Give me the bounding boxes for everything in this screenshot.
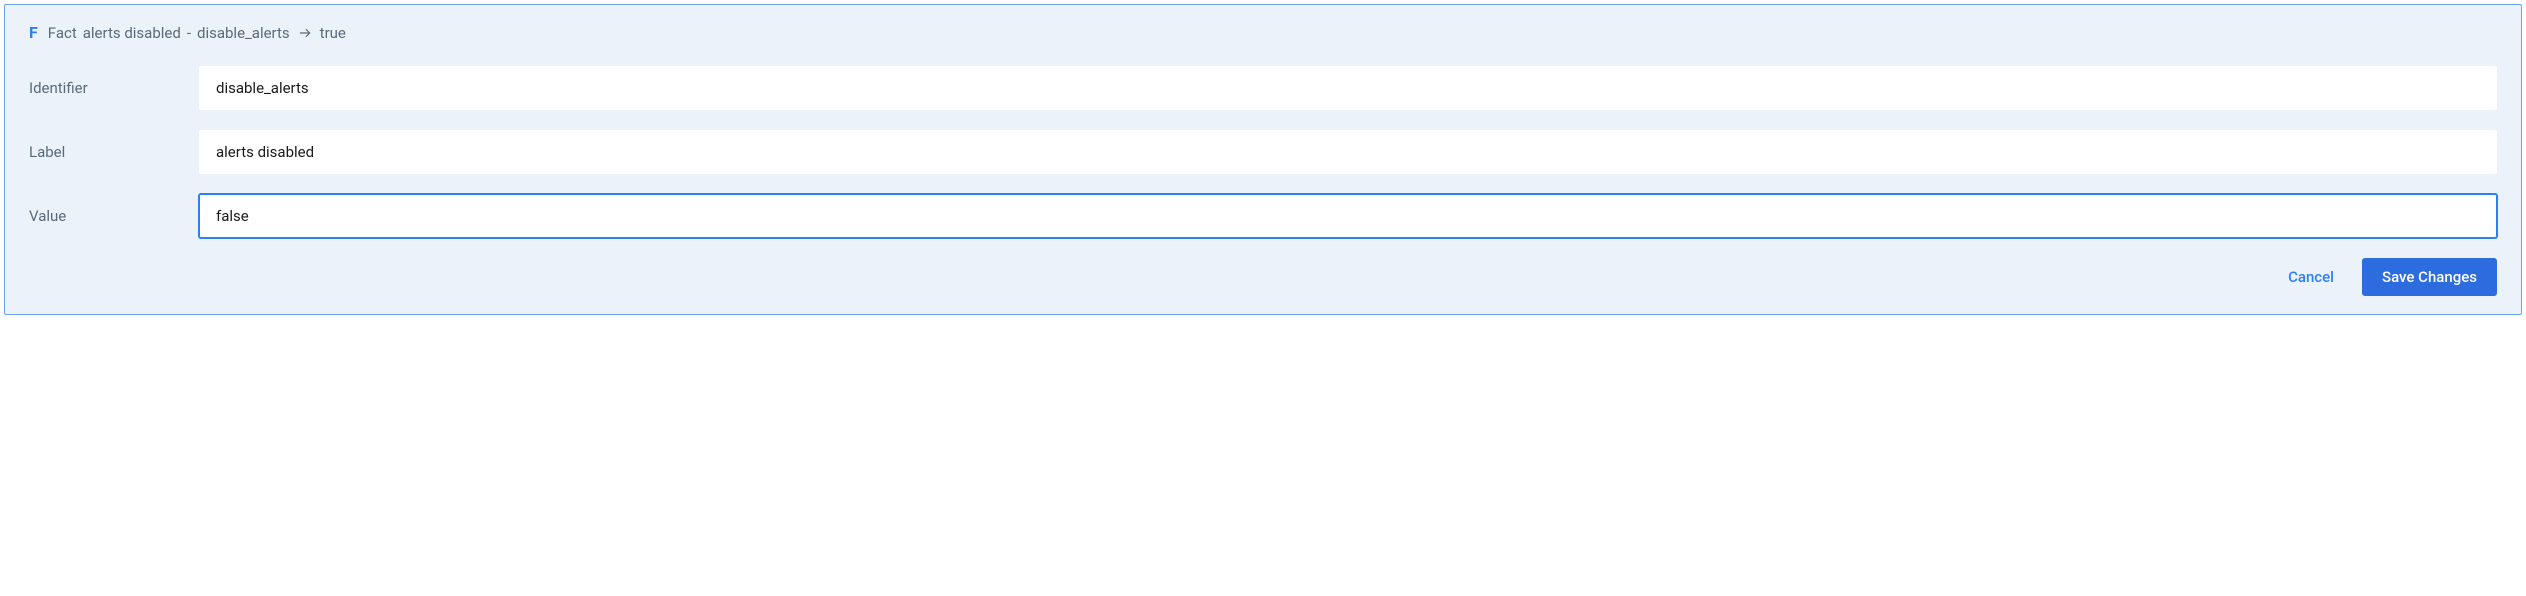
breadcrumb: Fact alerts disabled - disable_alerts tr… [48,24,346,42]
fact-edit-panel: F Fact alerts disabled - disable_alerts … [4,4,2522,315]
value-input[interactable] [199,194,2497,238]
label-input[interactable] [199,130,2497,174]
action-bar: Cancel Save Changes [29,258,2497,296]
breadcrumb-label: alerts disabled [83,24,181,42]
breadcrumb-separator: - [187,24,191,42]
label-row: Label [29,130,2497,174]
label-field-label: Label [29,143,199,161]
fact-icon: F [29,23,38,42]
save-button[interactable]: Save Changes [2362,258,2497,296]
value-row: Value [29,194,2497,238]
breadcrumb-identifier: disable_alerts [197,24,290,42]
identifier-input[interactable] [199,66,2497,110]
panel-header: F Fact alerts disabled - disable_alerts … [29,23,2497,42]
identifier-row: Identifier [29,66,2497,110]
cancel-button[interactable]: Cancel [2284,260,2338,294]
breadcrumb-prefix: Fact [48,24,77,42]
identifier-label: Identifier [29,79,199,97]
arrow-right-icon [298,26,312,40]
value-field-label: Value [29,207,199,225]
breadcrumb-value: true [320,24,346,42]
